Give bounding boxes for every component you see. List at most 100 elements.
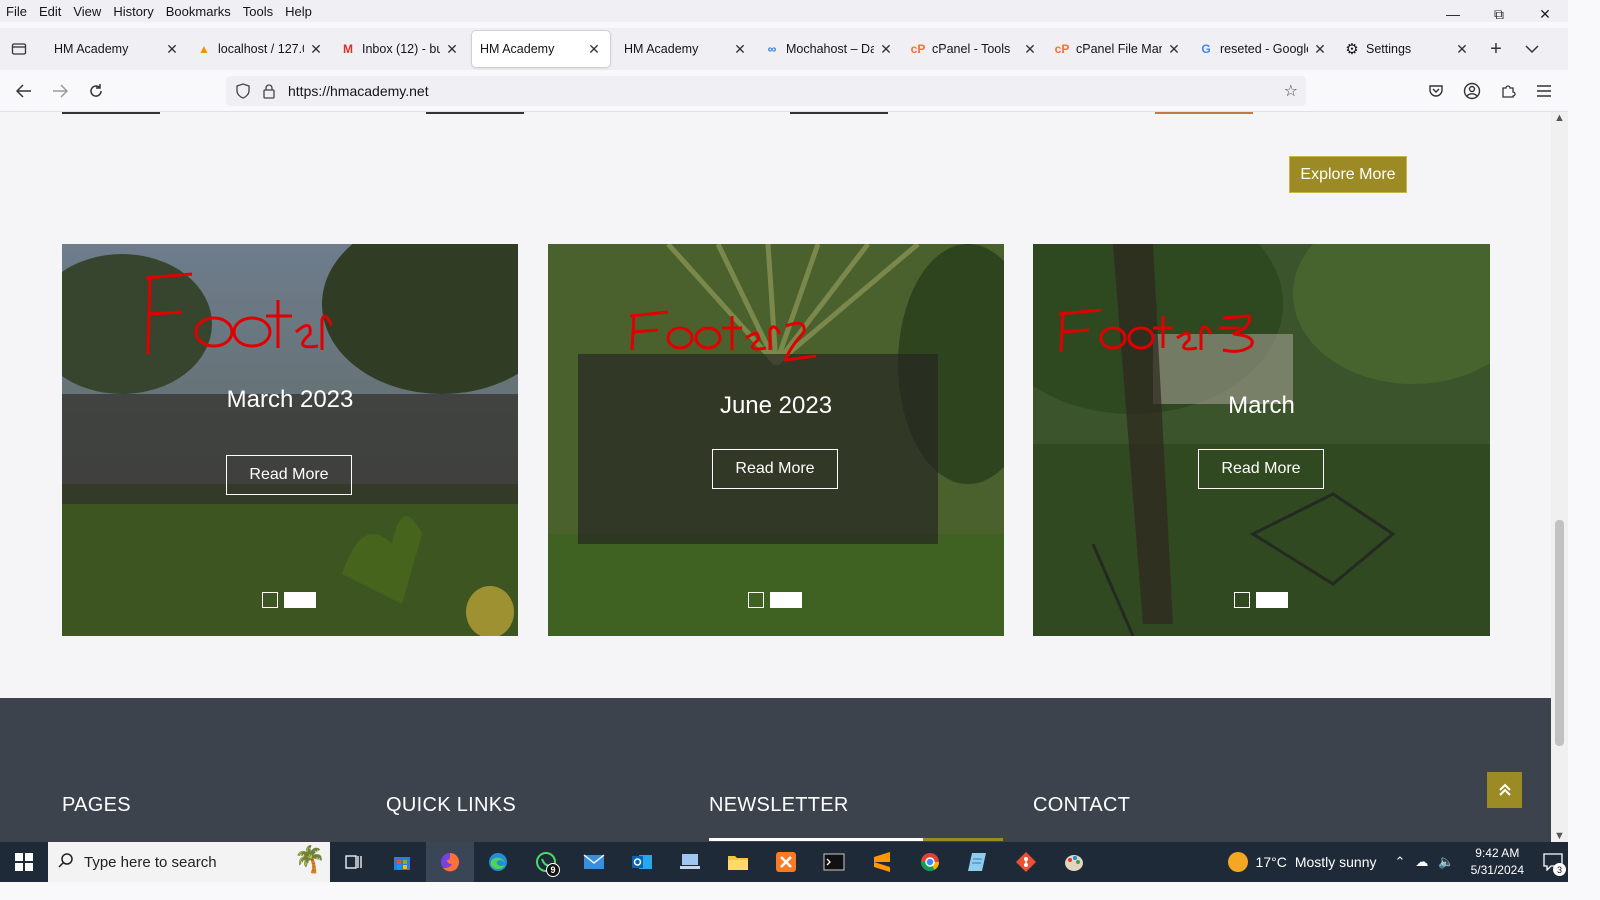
address-bar[interactable]: https://hmacademy.net ☆ xyxy=(226,76,1306,106)
tab-mochahost[interactable]: ∞ Mochahost – Dashboard ✕ xyxy=(756,31,902,67)
tab-close-icon[interactable]: ✕ xyxy=(164,41,180,58)
menu-file[interactable]: File xyxy=(0,4,33,19)
back-button[interactable] xyxy=(6,75,42,107)
scrollbar-thumb[interactable] xyxy=(1555,520,1564,746)
menu-help[interactable]: Help xyxy=(279,4,318,19)
tab-hm-academy-active[interactable]: HM Academy ✕ xyxy=(472,31,610,67)
partly-sunny-icon xyxy=(1227,852,1248,872)
firefox-view-button[interactable] xyxy=(0,28,38,70)
carousel-dot[interactable] xyxy=(262,592,278,608)
menu-history[interactable]: History xyxy=(107,4,159,19)
reload-button[interactable] xyxy=(78,75,114,107)
weather-condition: Mostly sunny xyxy=(1294,854,1377,870)
task-view-icon[interactable] xyxy=(330,842,378,882)
carousel-dot[interactable] xyxy=(1234,592,1250,608)
scroll-up-arrow-icon[interactable]: ▲ xyxy=(1551,112,1568,124)
tab-localhost[interactable]: ▲ localhost / 127.0.0.1 ✕ xyxy=(188,31,332,67)
pocket-button[interactable] xyxy=(1420,75,1452,107)
git-icon[interactable] xyxy=(1002,842,1050,882)
page-scrollbar[interactable]: ▲ ▼ xyxy=(1551,112,1568,842)
carousel-dot-active[interactable] xyxy=(284,592,316,608)
carousel-dot-active[interactable] xyxy=(770,592,802,608)
tab-close-icon[interactable]: ✕ xyxy=(444,41,460,58)
tab-gmail[interactable]: M Inbox (12) - buru ✕ xyxy=(332,31,468,67)
scroll-down-arrow-icon[interactable]: ▼ xyxy=(1551,830,1568,842)
paint-icon[interactable] xyxy=(1050,842,1098,882)
account-button[interactable] xyxy=(1456,75,1488,107)
tracking-protection-shield-icon[interactable] xyxy=(230,83,256,99)
start-button[interactable] xyxy=(0,842,48,882)
file-explorer-icon[interactable] xyxy=(714,842,762,882)
tab-title: reseted - Google xyxy=(1220,42,1308,56)
restore-button[interactable]: ⧉ xyxy=(1476,0,1522,28)
new-tab-button[interactable]: + xyxy=(1478,31,1514,67)
tab-google[interactable]: G reseted - Google ✕ xyxy=(1190,31,1336,67)
tab-cpanel-tools[interactable]: cP cPanel - Tools ✕ xyxy=(902,31,1046,67)
whatsapp-icon[interactable]: 9 xyxy=(522,842,570,882)
tab-settings[interactable]: ⚙ Settings ✕ xyxy=(1336,31,1478,67)
sublime-icon[interactable] xyxy=(858,842,906,882)
menu-edit[interactable]: Edit xyxy=(33,4,67,19)
tab-close-icon[interactable]: ✕ xyxy=(1312,41,1328,58)
show-hidden-icons-chevron-up-icon[interactable]: ⌃ xyxy=(1395,854,1406,870)
xampp-icon[interactable] xyxy=(762,842,810,882)
tab-close-icon[interactable]: ✕ xyxy=(878,41,894,58)
store-icon[interactable] xyxy=(378,842,426,882)
outlook-icon[interactable] xyxy=(618,842,666,882)
lock-icon[interactable] xyxy=(256,83,282,99)
tab-close-icon[interactable]: ✕ xyxy=(732,41,748,58)
footer-heading-newsletter: NEWSLETTER xyxy=(709,794,849,816)
read-more-button[interactable]: Read More xyxy=(226,455,352,495)
windows-taskbar: Type here to search 🌴 9 17°C Mostly sunn… xyxy=(0,842,1568,882)
notepad-icon[interactable] xyxy=(954,842,1002,882)
read-more-button[interactable]: Read More xyxy=(712,449,838,489)
forward-button[interactable] xyxy=(42,75,78,107)
card-title: June 2023 xyxy=(719,392,833,419)
weather-widget[interactable]: 17°C Mostly sunny xyxy=(1227,852,1377,872)
menu-view[interactable]: View xyxy=(67,4,107,19)
page-viewport: Explore More March 2023 Read More June 2… xyxy=(0,112,1551,842)
tab-close-icon[interactable]: ✕ xyxy=(308,41,324,58)
gmail-icon: M xyxy=(343,42,353,56)
app-menu-button[interactable] xyxy=(1528,75,1560,107)
url-text[interactable]: https://hmacademy.net xyxy=(288,83,429,99)
explore-more-button[interactable]: Explore More xyxy=(1289,156,1407,193)
speaker-volume-icon[interactable]: 🔈 xyxy=(1438,854,1454,870)
tray-icons: ⌃ ☁ 🔈 xyxy=(1395,854,1455,870)
taskbar-search[interactable]: Type here to search 🌴 xyxy=(48,842,330,882)
close-window-button[interactable]: ✕ xyxy=(1522,0,1568,28)
system-clock[interactable]: 9:42 AM 5/31/2024 xyxy=(1471,845,1524,879)
onedrive-cloud-icon[interactable]: ☁ xyxy=(1415,854,1428,870)
clock-date: 5/31/2024 xyxy=(1470,863,1524,877)
network-icon[interactable] xyxy=(666,842,714,882)
minimize-button[interactable]: — xyxy=(1430,0,1476,28)
tab-close-icon[interactable]: ✕ xyxy=(586,41,602,58)
newsletter-underline xyxy=(709,838,923,841)
forward-arrow-icon xyxy=(53,83,68,98)
notification-count-badge: 3 xyxy=(1553,863,1566,876)
tab-hm-academy-3[interactable]: HM Academy ✕ xyxy=(616,31,756,67)
mail-icon[interactable] xyxy=(570,842,618,882)
firefox-icon[interactable] xyxy=(426,842,474,882)
tab-close-icon[interactable]: ✕ xyxy=(1454,41,1470,58)
tab-title: Inbox (12) - buru xyxy=(362,42,440,56)
notification-center-button[interactable]: 3 xyxy=(1538,842,1568,882)
list-all-tabs-button[interactable] xyxy=(1514,31,1550,67)
edge-icon[interactable] xyxy=(474,842,522,882)
tab-hm-academy-1[interactable]: HM Academy ✕ xyxy=(46,31,188,67)
tab-close-icon[interactable]: ✕ xyxy=(1166,41,1182,58)
extensions-button[interactable] xyxy=(1492,75,1524,107)
toolbar-right-buttons xyxy=(1420,75,1560,107)
menu-tools[interactable]: Tools xyxy=(237,4,279,19)
back-to-top-button[interactable] xyxy=(1487,772,1522,808)
bookmark-star-icon[interactable]: ☆ xyxy=(1284,81,1298,101)
pocket-icon xyxy=(1429,85,1443,97)
terminal-icon[interactable] xyxy=(810,842,858,882)
tab-close-icon[interactable]: ✕ xyxy=(1022,41,1038,58)
tab-cpanel-file-manager[interactable]: cP cPanel File Manager ✕ xyxy=(1046,31,1190,67)
carousel-dot-active[interactable] xyxy=(1256,592,1288,608)
carousel-dot[interactable] xyxy=(748,592,764,608)
chrome-icon[interactable] xyxy=(906,842,954,882)
menu-bookmarks[interactable]: Bookmarks xyxy=(160,4,237,19)
read-more-button[interactable]: Read More xyxy=(1198,449,1324,489)
